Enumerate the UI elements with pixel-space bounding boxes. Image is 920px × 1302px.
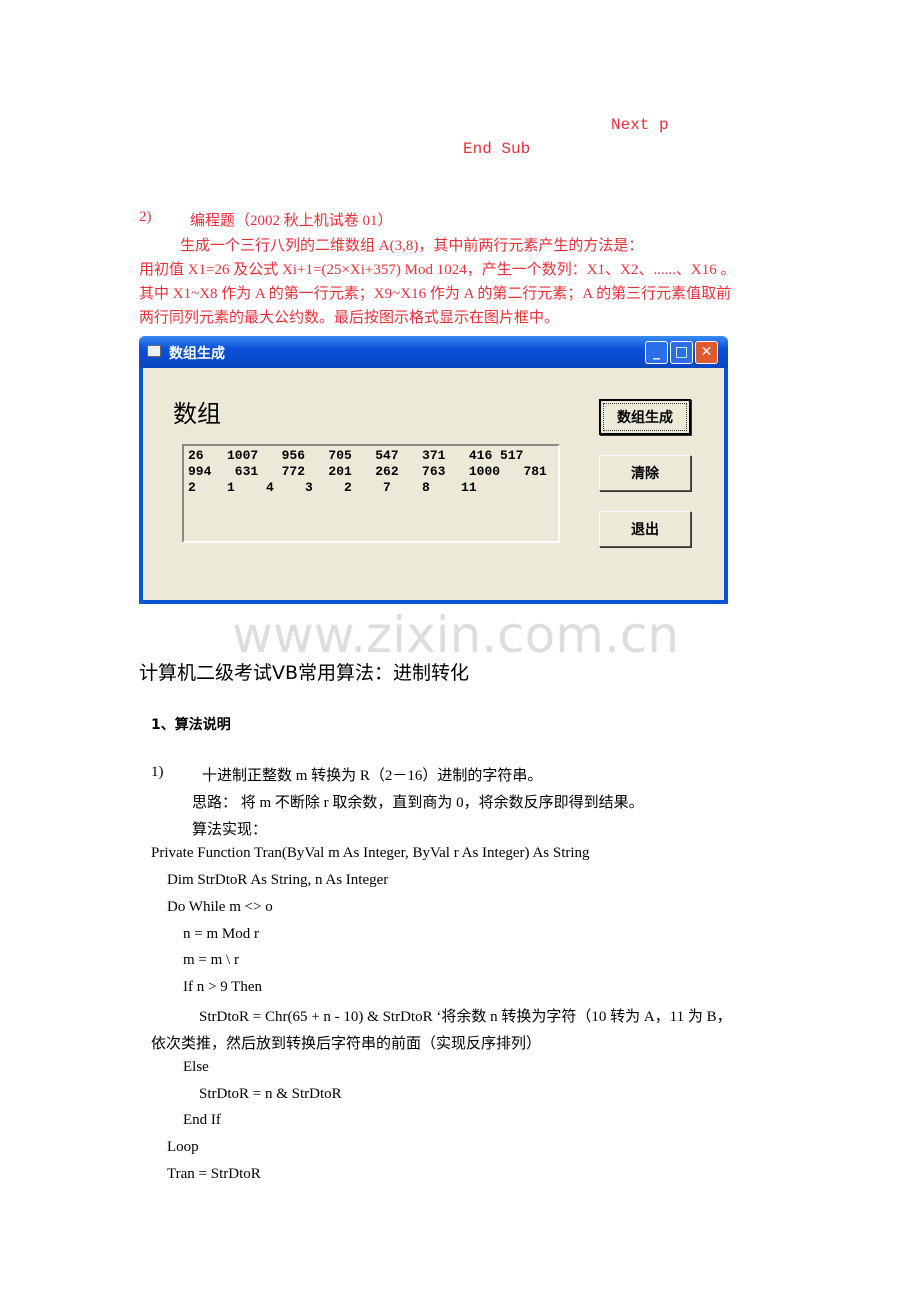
code-line: Dim StrDtoR As String, n As Integer: [167, 872, 389, 888]
code-line: If n > 9 Then: [183, 979, 262, 995]
problem-line: 用初值 X1=26 及公式 Xi+1=(25×Xi+357) Mod 1024，…: [139, 262, 736, 278]
maximize-button[interactable]: □: [670, 341, 693, 364]
picture-box: 26 1007 956 705 547 371 416 517 994 631 …: [182, 444, 560, 543]
impl-label: 算法实现：: [192, 822, 268, 838]
problem-line: 生成一个三行八列的二维数组 A(3,8)，其中前两行元素产生的方法是：: [180, 238, 644, 254]
code-line: Do While m <> o: [167, 899, 273, 915]
code-line: StrDtoR = n & StrDtoR: [199, 1086, 342, 1102]
item-number: 1): [151, 764, 164, 780]
array-row: 26 1007 956 705 547 371 416 517: [188, 448, 524, 463]
section-subtitle: 1、算法说明: [151, 717, 231, 733]
app-window: 数组生成 _ □ ✕ 数组 26 1007 956 705 547 371 41…: [139, 336, 728, 604]
watermark: www.zixin.com.cn: [232, 606, 680, 664]
close-button[interactable]: ✕: [695, 341, 718, 364]
item-text: 十进制正整数 m 转换为 R（2－16）进制的字符串。: [202, 768, 543, 784]
problem-line: 其中 X1~X8 作为 A 的第一行元素；X9~X16 作为 A 的第二行元素；…: [139, 286, 732, 302]
code-line: Else: [183, 1059, 209, 1075]
array-row: 2 1 4 3 2 7 8 11: [188, 480, 477, 495]
document-page: Next p End Sub 2) 编程题（2002 秋上机试卷 01） 生成一…: [0, 0, 920, 1302]
minimize-button[interactable]: _: [645, 341, 668, 364]
problem-title: 编程题（2002 秋上机试卷 01）: [190, 213, 393, 229]
code-line: End If: [183, 1112, 221, 1128]
code-line: StrDtoR = Chr(65 + n - 10) & StrDtoR ‘将余…: [199, 1009, 732, 1025]
problem-line: 两行同列元素的最大公约数。最后按图示格式显示在图片框中。: [139, 310, 560, 326]
code-line: Private Function Tran(ByVal m As Integer…: [151, 845, 590, 861]
app-icon: [147, 345, 161, 357]
title-bar: 数组生成 _ □ ✕: [139, 336, 728, 368]
exit-button[interactable]: 退出: [599, 511, 691, 547]
idea-text: 思路： 将 m 不断除 r 取余数，直到商为 0，将余数反序即得到结果。: [192, 795, 644, 811]
problem-number: 2): [139, 209, 152, 225]
code-line: 依次类推，然后放到转换后字符串的前面（实现反序排列）: [151, 1036, 542, 1052]
window-title: 数组生成: [169, 346, 225, 362]
code-line: n = m Mod r: [183, 926, 259, 942]
section-title: 计算机二级考试VB常用算法：进制转化: [139, 662, 470, 684]
code-line: Tran = StrDtoR: [167, 1166, 261, 1182]
code-end-sub: End Sub: [463, 140, 531, 158]
code-line: m = m \ r: [183, 952, 239, 968]
code-next: Next p: [611, 116, 669, 134]
generate-button[interactable]: 数组生成: [599, 399, 691, 435]
form-client: 数组 26 1007 956 705 547 371 416 517 994 6…: [143, 368, 724, 600]
clear-button[interactable]: 清除: [599, 455, 691, 491]
array-label: 数组: [173, 400, 221, 428]
array-row: 994 631 772 201 262 763 1000 781: [188, 464, 547, 479]
code-line: Loop: [167, 1139, 199, 1155]
